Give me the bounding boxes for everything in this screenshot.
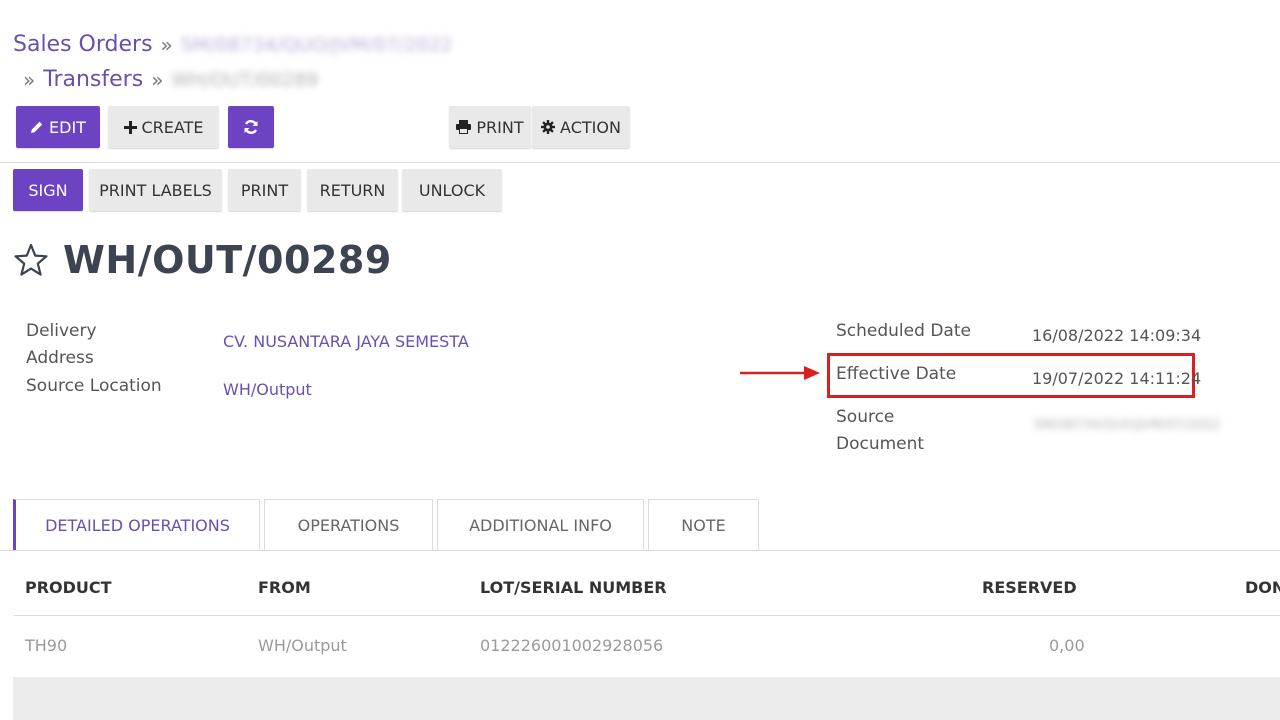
return-button[interactable]: RETURN — [307, 169, 398, 211]
scheduled-date-label: Scheduled Date — [836, 321, 971, 341]
source-document-value: SM/08734/QUO/JVM/07/2022 — [1034, 418, 1221, 433]
star-icon[interactable] — [13, 243, 49, 277]
create-label: CREATE — [141, 117, 204, 137]
print-labels-button[interactable]: PRINT LABELS — [89, 169, 222, 211]
print-label: PRINT — [476, 117, 524, 137]
toolbar-divider — [0, 162, 1280, 163]
cell-from: WH/Output — [258, 636, 347, 655]
print-labels-label: PRINT LABELS — [99, 180, 212, 200]
breadcrumb-separator: » — [151, 67, 164, 92]
delivery-address-value[interactable]: CV. NUSANTARA JAYA SEMESTA — [223, 332, 469, 351]
print-dropdown-button[interactable]: PRINT — [449, 106, 531, 148]
unlock-label: UNLOCK — [418, 180, 486, 200]
sign-button[interactable]: SIGN — [13, 169, 83, 211]
breadcrumb-second-line: » Transfers » WH/OUT/00289 — [13, 67, 318, 92]
source-location-label: Source Location — [26, 376, 162, 396]
tab-detailed-operations[interactable]: DETAILED OPERATIONS — [13, 499, 260, 551]
record-title: WH/OUT/00289 — [63, 238, 392, 282]
record-header: WH/OUT/00289 — [13, 238, 392, 282]
breadcrumb-transfers[interactable]: Transfers — [43, 67, 143, 92]
column-header-done[interactable]: DON — [1245, 578, 1280, 597]
tab-underline — [0, 550, 1280, 551]
action-dropdown-button[interactable]: ACTION — [532, 106, 630, 148]
breadcrumb-sales-orders[interactable]: Sales Orders — [13, 32, 153, 57]
printer-icon — [456, 120, 472, 134]
plus-icon — [123, 120, 137, 134]
cell-lot-serial: 012226001002928056 — [480, 636, 664, 655]
unlock-button[interactable]: UNLOCK — [402, 169, 502, 211]
tab-note[interactable]: NOTE — [648, 499, 759, 551]
tab-additional-info[interactable]: ADDITIONAL INFO — [437, 499, 644, 551]
column-header-from[interactable]: FROM — [258, 578, 311, 597]
gear-icon — [541, 120, 556, 134]
source-location-value[interactable]: WH/Output — [223, 380, 312, 399]
delivery-address-label: Delivery Address — [26, 321, 97, 368]
scheduled-date-value: 16/08/2022 14:09:34 — [1032, 326, 1202, 345]
breadcrumb-order-ref[interactable]: SM/08734/QUO/JVM/07/2022 — [181, 34, 453, 56]
tab-operations[interactable]: OPERATIONS — [264, 499, 433, 551]
print-button[interactable]: PRINT — [228, 169, 301, 211]
breadcrumb: Sales Orders » SM/08734/QUO/JVM/07/2022 — [13, 32, 453, 57]
arrow-right-icon — [740, 366, 820, 380]
cell-product: TH90 — [25, 636, 68, 655]
breadcrumb-separator: » — [160, 32, 173, 57]
print-button-label: PRINT — [240, 180, 289, 200]
pencil-icon — [31, 121, 43, 133]
column-header-product[interactable]: PRODUCT — [25, 578, 112, 597]
column-header-lot-serial[interactable]: LOT/SERIAL NUMBER — [480, 578, 667, 597]
edit-label: EDIT — [49, 117, 86, 137]
refresh-icon — [244, 120, 258, 134]
create-button[interactable]: CREATE — [108, 106, 219, 148]
action-label: ACTION — [560, 117, 621, 137]
cell-reserved: 0,00 — [1049, 636, 1085, 655]
sign-label: SIGN — [28, 180, 68, 200]
breadcrumb-current: WH/OUT/00289 — [171, 68, 319, 91]
table-header-divider — [13, 615, 1280, 616]
refresh-button[interactable] — [228, 106, 274, 148]
return-label: RETURN — [319, 180, 386, 200]
source-document-label: Source Document — [836, 407, 925, 454]
effective-date-value: 19/07/2022 14:11:24 — [1032, 369, 1202, 388]
table-footer — [13, 677, 1280, 720]
column-header-reserved[interactable]: RESERVED — [982, 578, 1077, 597]
edit-button[interactable]: EDIT — [16, 106, 100, 148]
effective-date-label: Effective Date — [836, 364, 957, 384]
breadcrumb-separator: » — [23, 67, 36, 92]
